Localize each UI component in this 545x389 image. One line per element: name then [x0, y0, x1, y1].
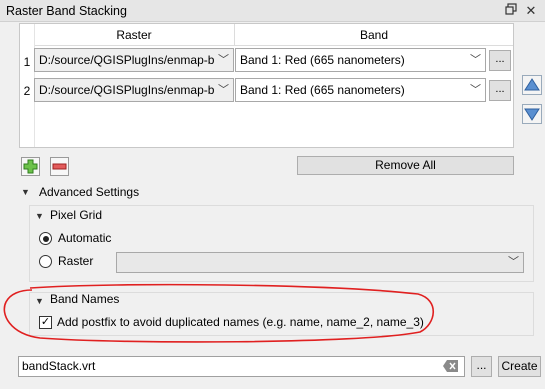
raster-select-value: D:/source/QGISPlugIns/enmap-b [39, 83, 215, 97]
output-filename-input[interactable]: bandStack.vrt [18, 356, 465, 377]
arrow-up-icon[interactable] [522, 75, 542, 95]
output-filename-value: bandStack.vrt [22, 359, 96, 373]
remove-row-button[interactable] [50, 157, 69, 176]
annotation-ellipse [3, 283, 434, 343]
browse-raster-button[interactable]: ... [489, 50, 511, 71]
collapse-triangle-icon[interactable]: ▼ [35, 211, 44, 221]
float-icon[interactable] [503, 3, 519, 19]
raster-select[interactable]: D:/source/QGISPlugIns/enmap-b ﹀ [34, 48, 234, 72]
collapse-triangle-icon[interactable]: ▼ [21, 187, 30, 197]
pixel-grid-label[interactable]: Pixel Grid [50, 208, 102, 222]
band-select[interactable]: Band 1: Red (665 nanometers) ﹀ [235, 48, 486, 72]
window-title: Raster Band Stacking [6, 4, 127, 18]
create-button[interactable]: Create [498, 356, 541, 377]
band-select[interactable]: Band 1: Red (665 nanometers) ﹀ [235, 78, 486, 102]
clear-icon[interactable] [443, 360, 458, 375]
band-select-value: Band 1: Red (665 nanometers) [240, 83, 405, 97]
browse-output-button[interactable]: ... [471, 356, 492, 377]
advanced-settings-label[interactable]: Advanced Settings [39, 185, 139, 199]
column-header-raster[interactable]: Raster [34, 24, 235, 46]
browse-raster-button[interactable]: ... [489, 80, 511, 101]
chevron-down-icon: ﹀ [470, 84, 481, 96]
remove-all-button[interactable]: Remove All [297, 156, 514, 175]
chevron-down-icon: ﹀ [508, 256, 519, 268]
chevron-down-icon: ﹀ [218, 84, 229, 96]
automatic-radio[interactable] [39, 232, 52, 245]
raster-select[interactable]: D:/source/QGISPlugIns/enmap-b ﹀ [34, 78, 234, 102]
chevron-down-icon: ﹀ [470, 54, 481, 66]
plus-icon [23, 159, 38, 174]
raster-radio[interactable] [39, 255, 52, 268]
automatic-label: Automatic [58, 231, 112, 245]
chevron-down-icon: ﹀ [218, 54, 229, 66]
pixel-grid-raster-select[interactable]: ﹀ [116, 252, 524, 273]
raster-select-value: D:/source/QGISPlugIns/enmap-b [39, 53, 215, 67]
row-number: 2 [23, 84, 31, 98]
arrow-down-icon[interactable] [522, 104, 542, 124]
minus-icon [52, 163, 67, 170]
column-header-band[interactable]: Band [235, 24, 513, 46]
add-row-button[interactable] [21, 157, 40, 176]
band-select-value: Band 1: Red (665 nanometers) [240, 53, 405, 67]
raster-label: Raster [58, 254, 94, 268]
close-icon[interactable]: ✕ [523, 3, 539, 19]
row-number: 1 [23, 55, 31, 69]
